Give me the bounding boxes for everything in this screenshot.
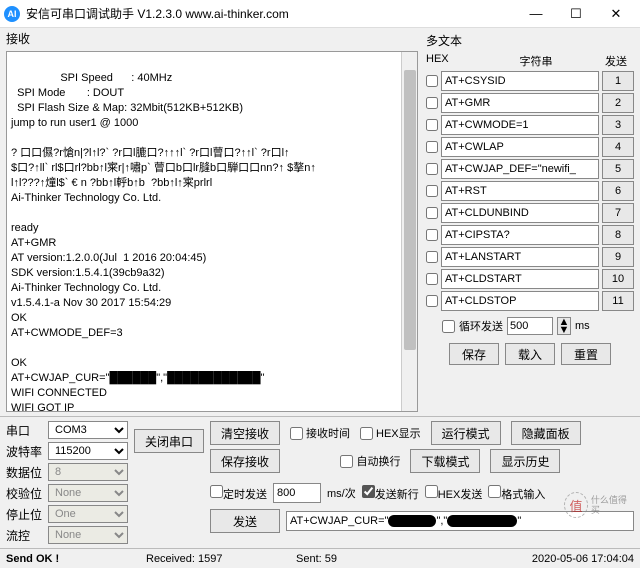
cmd-row: 8 — [426, 225, 634, 245]
row-send-button[interactable]: 5 — [602, 159, 634, 179]
status-sent: Sent: 59 — [296, 553, 426, 565]
save-button[interactable]: 保存 — [449, 343, 499, 365]
row-send-button[interactable]: 1 — [602, 71, 634, 91]
show-history-button[interactable]: 显示历史 — [490, 449, 560, 473]
hex-checkbox[interactable] — [426, 97, 438, 109]
auto-wrap-checkbox[interactable] — [340, 455, 353, 468]
cmd-row: 5 — [426, 159, 634, 179]
format-input-checkbox[interactable] — [488, 485, 501, 498]
timed-send-checkbox[interactable] — [210, 485, 223, 498]
status-received: Received: 1597 — [146, 553, 296, 565]
recv-time-checkbox[interactable] — [290, 427, 303, 440]
cmd-input[interactable] — [441, 137, 599, 157]
hex-checkbox[interactable] — [426, 207, 438, 219]
baud-select[interactable]: 115200 — [48, 442, 128, 460]
row-send-button[interactable]: 11 — [602, 291, 634, 311]
port-select[interactable]: COM3 — [48, 421, 128, 439]
cmd-input[interactable] — [441, 71, 599, 91]
row-send-button[interactable]: 9 — [602, 247, 634, 267]
row-send-button[interactable]: 2 — [602, 93, 634, 113]
hex-checkbox[interactable] — [426, 229, 438, 241]
close-port-button[interactable]: 关闭串口 — [134, 429, 204, 453]
hex-checkbox[interactable] — [426, 295, 438, 307]
send-newline-checkbox[interactable] — [362, 485, 375, 498]
loop-send-label: 循环发送 — [459, 318, 503, 334]
clear-recv-button[interactable]: 清空接收 — [210, 421, 280, 445]
row-send-button[interactable]: 3 — [602, 115, 634, 135]
timed-interval-input[interactable] — [273, 483, 321, 503]
row-send-button[interactable]: 4 — [602, 137, 634, 157]
hide-panel-button[interactable]: 隐藏面板 — [511, 421, 581, 445]
hex-checkbox[interactable] — [426, 273, 438, 285]
cmd-input[interactable] — [441, 93, 599, 113]
loop-spinner[interactable]: ▲▼ — [557, 317, 571, 335]
hex-checkbox[interactable] — [426, 141, 438, 153]
flowctrl-select[interactable]: None — [48, 526, 128, 544]
column-headers: HEX 字符串 发送 — [426, 51, 634, 71]
status-send-ok: Send OK ! — [6, 553, 146, 565]
reset-button[interactable]: 重置 — [561, 343, 611, 365]
cmd-row: 11 — [426, 291, 634, 311]
cmd-row: 2 — [426, 93, 634, 113]
status-bar: Send OK ! Received: 1597 Sent: 59 2020-0… — [0, 548, 640, 568]
hex-send-checkbox[interactable] — [425, 485, 438, 498]
app-icon: AI — [4, 6, 20, 22]
cmd-input[interactable] — [441, 225, 599, 245]
hex-checkbox[interactable] — [426, 163, 438, 175]
cmd-input[interactable] — [441, 203, 599, 223]
window-title: 安信可串口调试助手 V1.2.3.0 www.ai-thinker.com — [26, 5, 516, 22]
cmd-input[interactable] — [441, 291, 599, 311]
databits-select[interactable]: 8 — [48, 463, 128, 481]
hex-display-checkbox[interactable] — [360, 427, 373, 440]
multi-text-label: 多文本 — [426, 30, 634, 51]
minimize-button[interactable]: — — [516, 0, 556, 28]
hex-checkbox[interactable] — [426, 119, 438, 131]
hex-checkbox[interactable] — [426, 185, 438, 197]
row-send-button[interactable]: 10 — [602, 269, 634, 289]
save-recv-button[interactable]: 保存接收 — [210, 449, 280, 473]
parity-select[interactable]: None — [48, 484, 128, 502]
cmd-row: 10 — [426, 269, 634, 289]
cmd-row: 4 — [426, 137, 634, 157]
send-button[interactable]: 发送 — [210, 509, 280, 533]
cmd-input[interactable] — [441, 247, 599, 267]
run-mode-button[interactable]: 运行模式 — [431, 421, 501, 445]
receive-textarea[interactable]: SPI Speed : 40MHz SPI Mode : DOUT SPI Fl… — [6, 51, 418, 412]
cmd-row: 9 — [426, 247, 634, 267]
row-send-button[interactable]: 8 — [602, 225, 634, 245]
load-button[interactable]: 载入 — [505, 343, 555, 365]
scroll-thumb[interactable] — [404, 70, 416, 350]
row-send-button[interactable]: 7 — [602, 203, 634, 223]
stopbits-select[interactable]: One — [48, 505, 128, 523]
status-time: 2020-05-06 17:04:04 — [426, 553, 634, 565]
row-send-button[interactable]: 6 — [602, 181, 634, 201]
hex-checkbox[interactable] — [426, 251, 438, 263]
cmd-row: 1 — [426, 71, 634, 91]
cmd-input[interactable] — [441, 181, 599, 201]
receive-label: 接收 — [0, 28, 424, 49]
cmd-row: 7 — [426, 203, 634, 223]
loop-send-checkbox[interactable] — [442, 320, 455, 333]
hex-checkbox[interactable] — [426, 75, 438, 87]
download-mode-button[interactable]: 下载模式 — [410, 449, 480, 473]
port-settings: 串口COM3 波特率115200 数据位8 校验位None 停止位One 流控N… — [6, 421, 128, 544]
cmd-input[interactable] — [441, 115, 599, 135]
scrollbar[interactable] — [401, 52, 417, 411]
cmd-row: 3 — [426, 115, 634, 135]
cmd-input[interactable] — [441, 159, 599, 179]
cmd-input[interactable] — [441, 269, 599, 289]
maximize-button[interactable]: ☐ — [556, 0, 596, 28]
cmd-row: 6 — [426, 181, 634, 201]
close-button[interactable]: ✕ — [596, 0, 636, 28]
watermark: 值 什么值得买 — [564, 490, 632, 520]
title-bar: AI 安信可串口调试助手 V1.2.3.0 www.ai-thinker.com… — [0, 0, 640, 28]
loop-interval-input[interactable] — [507, 317, 553, 335]
